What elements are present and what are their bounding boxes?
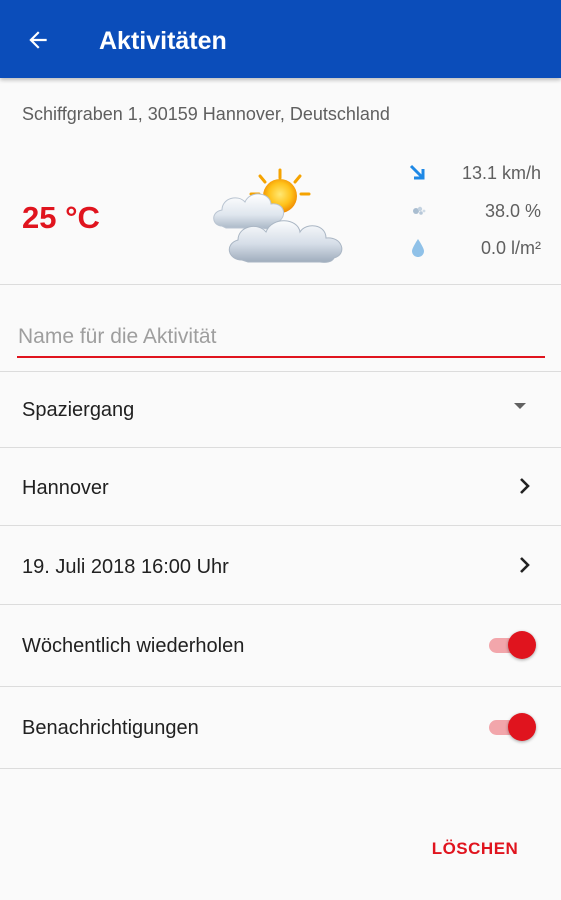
raindrop-icon [405,236,431,260]
precipitation-value: 0.0 l/m² [480,237,541,258]
repeat-weekly-toggle[interactable] [489,630,537,660]
humidity-stat: 38.0 % [405,198,541,224]
toggle-thumb [508,631,536,659]
datetime-label: 19. Juli 2018 16:00 Uhr [22,556,229,578]
divider [0,284,561,285]
dropdown-arrow-icon [513,401,527,411]
toggle-thumb [508,713,536,741]
wind-direction-icon [405,161,431,185]
precipitation-stat: 0.0 l/m² [405,235,541,261]
notifications-toggle[interactable] [489,712,537,742]
activity-name-input[interactable] [17,322,545,358]
chevron-right-icon [519,477,531,495]
repeat-weekly-label: Wöchentlich wiederholen [22,635,245,657]
humidity-value: 38.0 % [484,200,541,221]
chevron-right-icon [519,556,531,574]
arrow-left-icon [29,31,47,49]
temperature-value: 25 °C [22,200,100,235]
app-bar: Aktivitäten [0,0,561,78]
delete-button[interactable]: LÖSCHEN [421,831,529,867]
location-address: Schiffgraben 1, 30159 Hannover, Deutschl… [22,104,390,124]
divider [0,768,561,769]
notifications-label: Benachrichtigungen [22,717,199,739]
location-row[interactable]: Hannover [0,448,561,525]
page-title: Aktivitäten [99,27,227,55]
partly-cloudy-icon [213,168,343,263]
activity-type-select[interactable]: Spaziergang [0,372,561,447]
wind-stat: 13.1 km/h [405,160,541,186]
humidity-icon [405,199,431,223]
location-label: Hannover [22,477,109,499]
repeat-weekly-row: Wöchentlich wiederholen [0,605,561,686]
notifications-row: Benachrichtigungen [0,687,561,768]
wind-speed-value: 13.1 km/h [461,162,541,183]
back-button[interactable] [22,24,54,56]
datetime-row[interactable]: 19. Juli 2018 16:00 Uhr [0,526,561,604]
activity-type-value: Spaziergang [22,399,135,421]
